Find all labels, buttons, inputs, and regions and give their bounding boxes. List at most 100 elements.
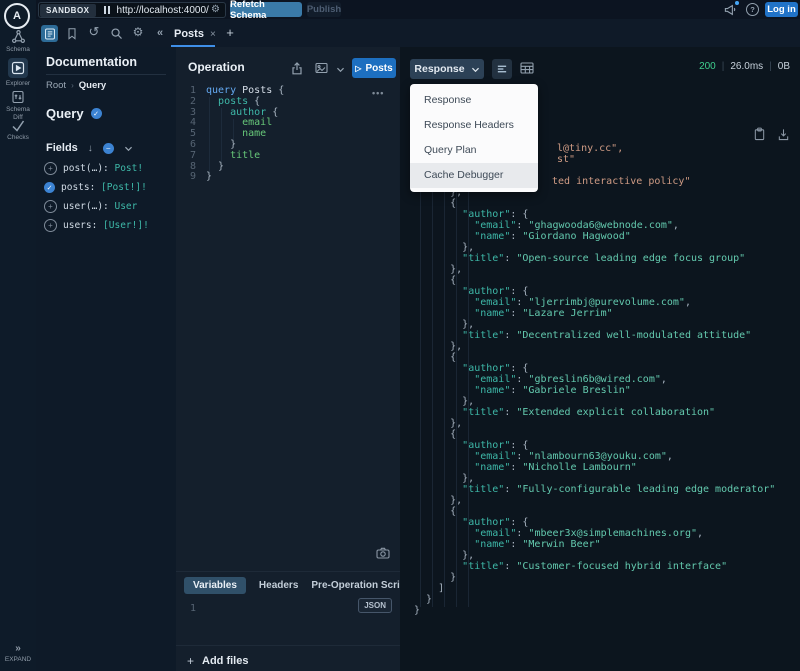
- new-tab-icon[interactable]: +: [222, 24, 238, 40]
- apollo-sandbox-window: A Schema Explorer Schema Diff Checks » E…: [0, 0, 800, 671]
- response-duration: 26.0ms: [730, 61, 764, 72]
- response-line: "email": "ljerrimbj@purevolume.com",: [474, 297, 691, 308]
- settings-gear-icon[interactable]: ⚙: [130, 24, 146, 40]
- response-line: "author": {: [462, 440, 529, 451]
- documentation-panel: Documentation Root › Query Query ✓ Field…: [36, 47, 177, 671]
- chevron-down-icon[interactable]: [336, 66, 345, 73]
- response-line: "author": {: [462, 286, 529, 297]
- field-row-posts[interactable]: ✓ posts: [Post!]!: [44, 178, 176, 197]
- response-line: "email": "mbeer3x@simplemachines.org",: [474, 528, 704, 539]
- sidebar-item-explorer[interactable]: Explorer: [0, 58, 36, 88]
- screenshot-camera-icon[interactable]: [376, 547, 390, 559]
- response-line: ]: [414, 583, 445, 594]
- code-line: }: [206, 171, 213, 183]
- publish-button: Publish: [306, 2, 342, 17]
- history-icon[interactable]: ↺: [86, 24, 102, 40]
- response-line: "title": "Open-source leading edge focus…: [462, 253, 746, 264]
- operations-panel-icon[interactable]: [41, 25, 58, 42]
- breadcrumb-current: Query: [78, 80, 107, 91]
- response-size: 0B: [777, 61, 790, 72]
- response-line: "title": "Decentralized well-modulated a…: [462, 330, 752, 341]
- type-heading: Query: [46, 106, 84, 121]
- sidebar-item-checks[interactable]: Checks: [0, 119, 36, 142]
- partial-value-fragment: l@tiny.cc",: [557, 143, 624, 154]
- schema-graph-icon: [11, 29, 26, 44]
- tab-headers[interactable]: Headers: [259, 580, 298, 591]
- response-line: }: [414, 572, 457, 583]
- circle-plus-icon[interactable]: +: [44, 162, 57, 175]
- response-panel: Response 200 | 26.0ms | 0B l@tiny.cc", s…: [400, 47, 800, 671]
- field-row-users[interactable]: + users: [User!]!: [44, 216, 176, 235]
- tab-posts[interactable]: Posts ×: [174, 24, 216, 44]
- share-icon[interactable]: [291, 62, 303, 75]
- variables-line-number: 1: [190, 603, 197, 614]
- login-button[interactable]: Log in: [765, 2, 798, 17]
- field-row-post[interactable]: + post(…): Post!: [44, 159, 176, 178]
- breadcrumb-root[interactable]: Root: [46, 80, 66, 91]
- response-line: "email": "gbreslin6b@wired.com",: [474, 374, 667, 385]
- add-files-button[interactable]: + Add files: [187, 655, 249, 668]
- response-line: },: [414, 242, 475, 253]
- response-line: }: [414, 594, 433, 605]
- bookmark-icon[interactable]: [64, 25, 80, 41]
- pause-icon: [103, 6, 110, 14]
- menu-item-response[interactable]: Response: [410, 88, 538, 113]
- filter-minus-icon[interactable]: –: [102, 142, 114, 154]
- notification-dot: [735, 1, 739, 5]
- menu-item-cache-debugger[interactable]: Cache Debugger: [410, 163, 538, 188]
- run-button-label: Posts: [365, 62, 393, 74]
- breadcrumb-separator: ›: [71, 81, 74, 90]
- endpoint-url-input[interactable]: http://localhost:4000/: [117, 5, 209, 16]
- chevron-down-icon: [471, 67, 479, 72]
- explorer-play-icon: [8, 58, 28, 78]
- tab-variables[interactable]: Variables: [184, 576, 246, 594]
- endpoint-url-box[interactable]: SANDBOX http://localhost:4000/ ⚙: [38, 2, 226, 18]
- response-line: },: [414, 341, 463, 352]
- menu-item-query-plan[interactable]: Query Plan: [410, 138, 538, 163]
- chevron-down-icon[interactable]: [124, 145, 133, 152]
- run-operation-button[interactable]: ▷ Posts: [352, 58, 396, 78]
- apollo-logo-icon[interactable]: A: [4, 3, 30, 29]
- sidebar-item-schema[interactable]: Schema: [0, 29, 36, 54]
- search-icon[interactable]: [108, 25, 124, 41]
- sidebar-item-label: Explorer: [5, 80, 31, 87]
- operation-editor[interactable]: 123456789 query Posts { posts { author {…: [176, 85, 400, 246]
- expand-rail-button[interactable]: » EXPAND: [0, 643, 36, 664]
- editor-bottom-tabs: Variables Headers Pre-Operation Script P…: [176, 571, 400, 598]
- add-files-label: Add files: [202, 655, 249, 667]
- menu-item-response-headers[interactable]: Response Headers: [410, 113, 538, 138]
- documentation-title: Documentation: [46, 55, 137, 69]
- response-view-label: Response: [414, 63, 465, 75]
- sidebar-item-schema-diff[interactable]: Schema Diff: [0, 90, 36, 121]
- separator: |: [769, 61, 772, 72]
- response-line: "title": "Customer-focused hybrid interf…: [462, 561, 728, 572]
- save-operation-icon[interactable]: [315, 62, 328, 74]
- query-code: query Posts { posts { author { email nam…: [206, 85, 284, 183]
- sort-arrow-icon[interactable]: ↓: [88, 143, 93, 154]
- response-line: },: [414, 495, 463, 506]
- response-format-icon[interactable]: [492, 59, 512, 79]
- status-code: 200: [699, 61, 716, 72]
- partial-value-fragment: st": [557, 154, 576, 165]
- left-nav-rail: A Schema Explorer Schema Diff Checks » E…: [0, 0, 37, 671]
- help-icon[interactable]: ?: [746, 3, 759, 16]
- tab-label: Posts: [174, 28, 204, 40]
- circle-plus-icon[interactable]: +: [44, 219, 57, 232]
- announcements-megaphone-icon[interactable]: [724, 1, 739, 16]
- connection-settings-gear-icon[interactable]: ⚙: [211, 5, 220, 15]
- close-tab-icon[interactable]: ×: [210, 29, 216, 40]
- operation-panel: Operation ▷ Posts ••• 123456789 query Po…: [176, 47, 401, 671]
- table-view-icon[interactable]: [520, 62, 534, 74]
- field-signature: user(…): User: [63, 201, 138, 212]
- response-view-dropdown-menu: Response Response Headers Query Plan Cache …: [410, 84, 538, 192]
- field-selected-check-icon[interactable]: ✓: [44, 182, 55, 193]
- collapse-panel-icon[interactable]: «: [152, 25, 168, 41]
- fields-header-row: Fields ↓ –: [46, 142, 133, 154]
- circle-plus-icon[interactable]: +: [44, 200, 57, 213]
- tab-pre-operation-script[interactable]: Pre-Operation Script: [311, 580, 400, 591]
- separator: |: [721, 61, 725, 72]
- refetch-schema-button[interactable]: Refetch Schema: [230, 0, 302, 21]
- field-row-user[interactable]: + user(…): User: [44, 197, 176, 216]
- json-format-badge[interactable]: JSON: [358, 598, 392, 613]
- response-view-dropdown-button[interactable]: Response: [410, 59, 484, 79]
